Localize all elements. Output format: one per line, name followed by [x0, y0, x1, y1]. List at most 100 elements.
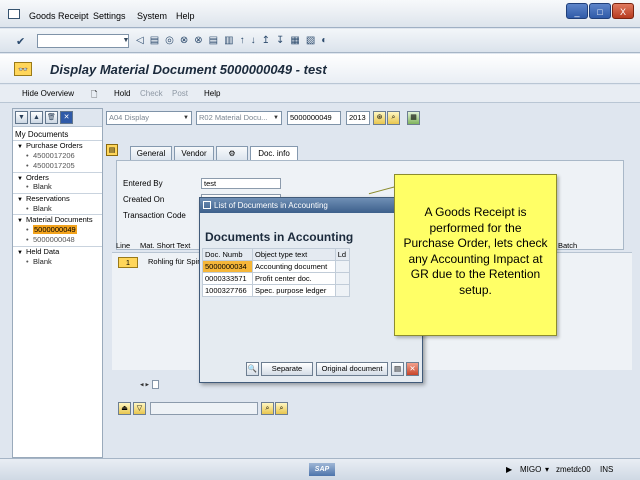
tree-leaf[interactable]: 5000000049: [13, 224, 102, 236]
chevron-down-icon: ▼: [183, 115, 189, 121]
row-number-button[interactable]: 1: [118, 257, 138, 268]
tree-group[interactable]: ▼ Reservations: [13, 192, 102, 204]
maximize-button[interactable]: □: [589, 3, 611, 19]
tree-leaf[interactable]: 4500017205: [13, 161, 102, 172]
stop-icon[interactable]: ⊗: [194, 35, 202, 46]
toolbar-icon-group: ◁ ▤ ◎ ⊗ ⊗ ▤ ▥ ↑ ↓ ↥ ↧ ▦ ▧ ◐: [136, 35, 327, 46]
collapse-icon[interactable]: ▲: [30, 111, 43, 124]
close-dialog-icon[interactable]: ✕: [406, 362, 419, 376]
tab-general[interactable]: General: [130, 146, 172, 160]
expand-triangle-icon[interactable]: ▼: [17, 197, 23, 203]
new-session-icon[interactable]: ▦: [290, 35, 299, 46]
separate-button[interactable]: Separate: [261, 362, 313, 376]
doc-number-cell[interactable]: 1000327766: [201, 284, 254, 297]
expand-triangle-icon[interactable]: ▼: [17, 218, 23, 224]
last-page-icon[interactable]: ↧: [276, 35, 284, 46]
enter-check-icon[interactable]: ✔: [16, 35, 25, 48]
created-on-label: Created On: [123, 195, 165, 204]
next-page-icon[interactable]: ↥: [262, 35, 270, 46]
find-icon[interactable]: ▥: [224, 35, 233, 46]
action-select[interactable]: A04 Display ▼: [106, 111, 192, 125]
scroll-thumb[interactable]: [151, 380, 159, 389]
expand-icon[interactable]: ▼: [15, 111, 28, 124]
col-batch[interactable]: Batch: [558, 240, 577, 252]
post-button[interactable]: Post: [172, 89, 188, 98]
col-mat-short-text[interactable]: Mat. Short Text: [140, 240, 190, 252]
menu-system[interactable]: System: [137, 11, 167, 21]
col-line[interactable]: Line: [116, 240, 130, 252]
hide-overview-button[interactable]: Hide Overview: [22, 89, 74, 98]
app-menu-icon[interactable]: [8, 9, 20, 19]
save-icon[interactable]: ▤: [150, 35, 159, 46]
documents-pane: ▼ ▲ 🗑 ✕ My Documents ▼Purchase Orders450…: [12, 108, 103, 458]
display-mode-icon[interactable]: 👓: [14, 62, 32, 76]
menu-goods-receipt[interactable]: Goods Receipt: [29, 11, 89, 21]
expand-triangle-icon[interactable]: ▼: [17, 250, 23, 256]
command-field[interactable]: [37, 34, 129, 48]
tree-group[interactable]: ▼ Held Data: [13, 245, 102, 257]
col-doc-number[interactable]: Doc. Numb: [201, 248, 254, 261]
print-icon[interactable]: ▤: [209, 35, 218, 46]
cancel-icon[interactable]: ⊗: [180, 35, 188, 46]
menu-help[interactable]: Help: [176, 11, 195, 21]
status-expand-icon[interactable]: ▶: [506, 465, 512, 474]
tree-leaf[interactable]: 5000000048: [13, 235, 102, 246]
status-chevron-icon[interactable]: ▾: [545, 465, 549, 474]
table-row[interactable]: 5000000034 Accounting document: [201, 260, 351, 273]
select-all-icon[interactable]: ⏏: [118, 402, 131, 415]
table-row[interactable]: 1000327766 Spec. purpose ledger: [201, 284, 351, 297]
expand-triangle-icon[interactable]: ▼: [17, 176, 23, 182]
horizontal-scrollbar[interactable]: ◂ ▸: [140, 380, 162, 389]
doc-number-cell[interactable]: 0000333571: [201, 272, 254, 285]
col-object-type[interactable]: Object type text: [252, 248, 336, 261]
close-window-button[interactable]: X: [612, 3, 634, 19]
year-field[interactable]: 2013: [346, 111, 370, 125]
first-page-icon[interactable]: ↑: [240, 35, 245, 46]
toggle-header-icon[interactable]: ▤: [106, 144, 118, 156]
find-doc-icon[interactable]: ⌕: [387, 111, 400, 125]
tree-leaf[interactable]: Blank: [13, 257, 102, 268]
deselect-icon[interactable]: ▽: [133, 402, 146, 415]
tab-doc-info[interactable]: Doc. info: [250, 146, 298, 160]
help-icon[interactable]: ◐: [321, 35, 327, 46]
tree-node-label: 5000000049: [33, 224, 77, 234]
grid-icon[interactable]: ▦: [407, 111, 420, 125]
help-button[interactable]: Help: [204, 89, 220, 98]
back-icon[interactable]: ◁: [136, 35, 144, 46]
tree-group[interactable]: ▼ Purchase Orders: [13, 140, 102, 151]
zoom-icon[interactable]: 🔍: [246, 362, 259, 376]
shortcut-icon[interactable]: ▧: [306, 35, 315, 46]
status-mode: INS: [600, 465, 614, 474]
reference-doc-select[interactable]: R02 Material Docu... ▼: [196, 111, 282, 125]
tab-shortcut-icon[interactable]: ⚙: [216, 146, 248, 160]
execute-icon[interactable]: ⊛: [373, 111, 386, 125]
document-number-field[interactable]: 5000000049: [287, 111, 341, 125]
tree-group[interactable]: ▼ Orders: [13, 171, 102, 183]
delete-icon[interactable]: 🗑: [45, 111, 58, 124]
original-document-button[interactable]: Original document: [316, 362, 388, 376]
tree-group[interactable]: ▼ Material Documents: [13, 214, 102, 225]
col-ledger[interactable]: Ld: [334, 248, 351, 261]
hold-button[interactable]: Hold: [114, 89, 130, 98]
tree-leaf[interactable]: Blank: [13, 204, 102, 215]
menu-settings[interactable]: Settings: [93, 11, 126, 21]
tree-leaf[interactable]: 4500017206: [13, 151, 102, 162]
doc-number-cell[interactable]: 5000000034: [201, 260, 254, 273]
tree-node-label: Held Data: [25, 246, 60, 256]
table-row[interactable]: 0000333571 Profit center doc.: [201, 272, 351, 285]
print-list-icon[interactable]: ▤: [391, 362, 404, 376]
close-pane-icon[interactable]: ✕: [60, 111, 73, 124]
find-item-icon[interactable]: ⌕: [261, 402, 274, 415]
new-document-icon[interactable]: 🗋: [91, 89, 97, 103]
prev-page-icon[interactable]: ↓: [251, 35, 256, 46]
item-search-field[interactable]: [150, 402, 258, 415]
find-next-icon[interactable]: ⌕: [275, 402, 288, 415]
exit-icon[interactable]: ◎: [165, 35, 174, 46]
tree-leaf[interactable]: Blank: [13, 182, 102, 193]
entered-by-label: Entered By: [123, 179, 163, 188]
command-dropdown-icon[interactable]: ▼: [121, 34, 131, 48]
check-button[interactable]: Check: [140, 89, 163, 98]
expand-triangle-icon[interactable]: ▼: [17, 144, 23, 150]
tab-vendor[interactable]: Vendor: [174, 146, 214, 160]
minimize-button[interactable]: _: [566, 3, 588, 19]
